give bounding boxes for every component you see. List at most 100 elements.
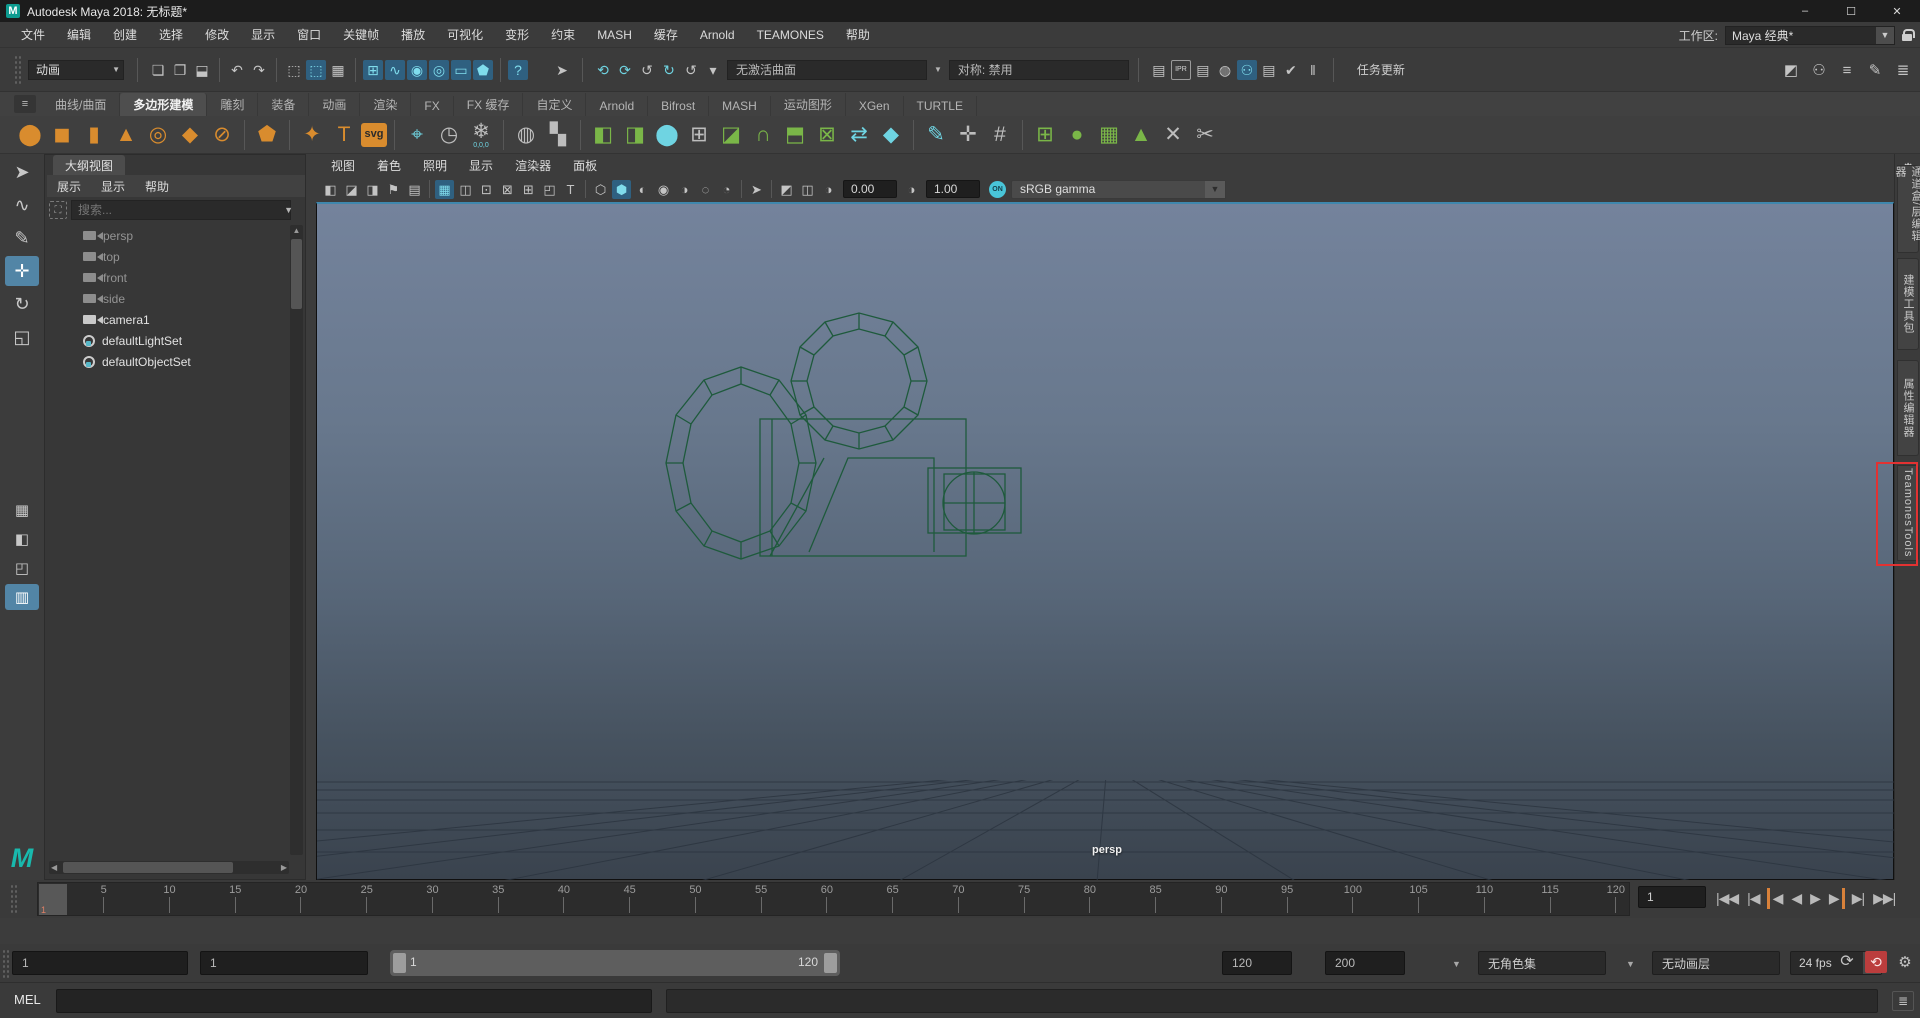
outliner-list-item[interactable]: top <box>47 246 291 267</box>
scale-tool[interactable]: ◱ <box>5 322 39 352</box>
scene-time-icon[interactable]: ◷ <box>434 120 464 150</box>
animation-preferences-icon[interactable]: ⚙ <box>1895 952 1915 972</box>
make-live-icon[interactable]: ⬟ <box>473 60 493 80</box>
camera-attributes-icon[interactable]: ◨ <box>363 180 382 199</box>
extrude-icon[interactable]: ⬒ <box>780 120 810 150</box>
gate-mask-icon[interactable]: ⊠ <box>498 180 517 199</box>
active-surface-field[interactable]: 无激活曲面 <box>727 60 927 80</box>
current-frame-field[interactable] <box>1638 886 1706 908</box>
shelf-tab[interactable]: 动画 <box>309 93 360 116</box>
new-scene-icon[interactable]: ❏ <box>148 60 168 80</box>
viewport-menu-item[interactable]: 显示 <box>458 152 504 178</box>
poly-disc-icon[interactable]: ⊘ <box>207 120 237 150</box>
outliner-list-item[interactable]: side <box>47 288 291 309</box>
range-end-handle[interactable] <box>824 953 837 973</box>
select-camera-icon[interactable]: ◧ <box>321 180 340 199</box>
layout-single-pane[interactable]: ▦ <box>5 497 39 523</box>
menu-item[interactable]: 修改 <box>194 22 240 48</box>
shelf-tab[interactable]: 装备 <box>258 93 309 116</box>
symmetry-field[interactable]: 对称: 禁用 <box>949 60 1129 80</box>
bevel-icon[interactable]: ◪ <box>716 120 746 150</box>
pause-viewport-icon[interactable]: ‖ <box>1303 60 1323 80</box>
motion-blur-icon[interactable]: ◔ <box>717 180 736 199</box>
search-filter-icon[interactable]: ⛶ <box>49 201 67 219</box>
shadows-icon[interactable]: ◑ <box>675 180 694 199</box>
exposure-field[interactable]: 0.00 <box>843 180 897 198</box>
snap-to-projected-center-icon[interactable]: ◎ <box>429 60 449 80</box>
menu-item[interactable]: 约束 <box>540 22 586 48</box>
character-set-select[interactable]: 无角色集 <box>1478 951 1606 975</box>
help-highlighted-icon[interactable]: ? <box>508 60 528 80</box>
poly-cube-icon[interactable]: ◼ <box>47 120 77 150</box>
status-line-grip[interactable] <box>14 55 21 85</box>
bookmark-icon[interactable]: ⚑ <box>384 180 403 199</box>
save-scene-icon[interactable]: ⬓ <box>192 60 212 80</box>
outliner-list-item[interactable]: defaultLightSet <box>47 330 291 351</box>
range-bar-grip[interactable] <box>2 949 9 979</box>
use-all-lights-icon[interactable]: ◉ <box>654 180 673 199</box>
mel-input[interactable] <box>56 989 652 1013</box>
wireframe-icon[interactable]: ⬡ <box>591 180 610 199</box>
viewport-menu-item[interactable]: 面板 <box>562 152 608 178</box>
scrollbar-thumb[interactable] <box>291 239 302 309</box>
highlight-selection-icon[interactable]: ➤ <box>552 60 572 80</box>
redo-icon[interactable]: ↷ <box>249 60 269 80</box>
play-forwards-button[interactable]: ▶ <box>1808 888 1822 909</box>
outliner-menu-item[interactable]: 展示 <box>47 176 91 196</box>
grid-toggle-icon[interactable]: ▦ <box>435 180 454 199</box>
step-back-key-button[interactable]: ◀ <box>1767 888 1785 909</box>
step-forward-frame-button[interactable]: ▶| <box>1850 888 1866 909</box>
workspace-select[interactable]: Maya 经典* ▼ <box>1725 26 1895 45</box>
shelf-tab[interactable]: 曲线/曲面 <box>42 93 120 116</box>
time-ruler[interactable]: 1 51015202530354045505560657075808590951… <box>37 882 1630 916</box>
redo-history-icon[interactable]: ⟳ <box>615 60 635 80</box>
menu-item[interactable]: MASH <box>586 22 643 48</box>
tool-settings-toggle-icon[interactable]: ≡ <box>1837 60 1857 80</box>
outliner-vertical-scrollbar[interactable]: ▲ <box>290 225 303 855</box>
cleanup-icon[interactable]: ✂ <box>1190 120 1220 150</box>
menu-item[interactable]: 可视化 <box>436 22 494 48</box>
render-setup-icon[interactable]: ✔ <box>1281 60 1301 80</box>
go-to-start-button[interactable]: |◀◀ <box>1714 888 1740 909</box>
color-management-toggle[interactable]: ON <box>989 181 1006 198</box>
chevron-down-icon[interactable]: ▼ <box>934 65 942 74</box>
menu-item[interactable]: 缓存 <box>643 22 689 48</box>
close-button[interactable]: ✕ <box>1874 0 1920 22</box>
insert-edge-loop-icon[interactable]: # <box>985 120 1015 150</box>
textured-icon[interactable]: ◐ <box>633 180 652 199</box>
viewport-menu-item[interactable]: 渲染器 <box>504 152 562 178</box>
ambient-occlusion-icon[interactable]: ◌ <box>696 180 715 199</box>
contrast-field[interactable]: 1.00 <box>926 180 980 198</box>
task-update-button[interactable]: 任务更新 <box>1357 61 1405 78</box>
scroll-right-icon[interactable]: ▶ <box>281 863 287 872</box>
image-plane-icon[interactable]: ▤ <box>405 180 424 199</box>
connect-icon[interactable]: ✛ <box>953 120 983 150</box>
light-editor-icon[interactable]: ⚇ <box>1237 60 1257 80</box>
character-controls-toggle-icon[interactable]: ⚇ <box>1809 60 1829 80</box>
menu-item[interactable]: 播放 <box>390 22 436 48</box>
menu-item[interactable]: 变形 <box>494 22 540 48</box>
animation-start-field[interactable]: 1 <box>12 951 188 975</box>
outliner-horizontal-scrollbar[interactable]: ◀ ▶ <box>49 861 289 874</box>
modeling-toolkit-toggle-icon[interactable]: ◩ <box>1781 60 1801 80</box>
go-to-end-button[interactable]: ▶▶| <box>1871 888 1897 909</box>
select-hierarchy-icon[interactable]: ⬚ <box>284 60 304 80</box>
minimize-button[interactable]: – <box>1782 0 1828 22</box>
chevron-down-icon[interactable]: ▼ <box>1876 27 1894 44</box>
poly-sphere-icon[interactable]: ⬤ <box>15 120 45 150</box>
history-step-icon[interactable]: ↻ <box>659 60 679 80</box>
move-tool[interactable]: ✛ <box>5 256 39 286</box>
attribute-editor-toggle-icon[interactable]: ✎ <box>1865 60 1885 80</box>
menu-item[interactable]: 关键帧 <box>332 22 390 48</box>
multi-cut-icon[interactable]: ✎ <box>921 120 951 150</box>
shelf-tab[interactable]: 运动图形 <box>771 93 846 116</box>
side-tab[interactable]: 通道盒/层编辑器 <box>1897 165 1919 253</box>
super-shape-icon[interactable]: ✦ <box>297 120 327 150</box>
separate-icon[interactable]: ◨ <box>620 120 650 150</box>
lock-camera-icon[interactable]: ◪ <box>342 180 361 199</box>
shelf-tab[interactable]: 多边形建模 <box>120 93 207 116</box>
scroll-up-icon[interactable]: ▲ <box>290 226 303 235</box>
construction-history-icon[interactable]: ⟲ <box>593 60 613 80</box>
playback-loop-icon[interactable]: ⟳ <box>1837 952 1857 972</box>
menu-item[interactable]: TEAMONES <box>746 22 835 48</box>
